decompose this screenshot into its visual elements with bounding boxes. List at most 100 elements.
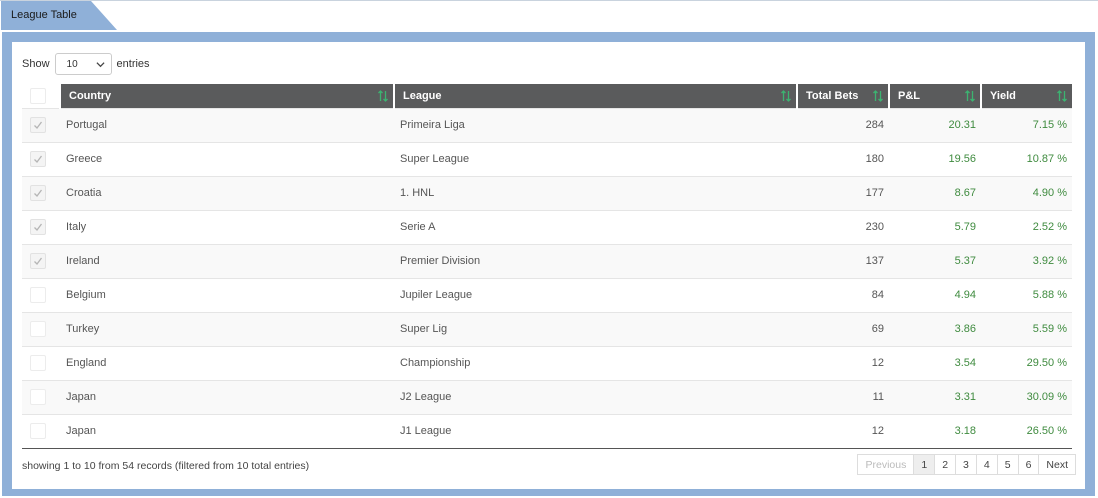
cell-league: Serie A bbox=[394, 209, 797, 244]
page-button-1[interactable]: 1 bbox=[913, 454, 936, 475]
cell-yield: 10.87 % bbox=[981, 141, 1072, 176]
cell-total-bets: 12 bbox=[797, 345, 889, 380]
row-checkbox[interactable] bbox=[30, 389, 46, 405]
check-icon bbox=[34, 189, 43, 197]
table-row[interactable]: Ireland Premier Division 137 5.37 3.92 % bbox=[22, 243, 1072, 278]
cell-yield: 7.15 % bbox=[981, 107, 1072, 142]
table-row[interactable]: Greece Super League 180 19.56 10.87 % bbox=[22, 141, 1072, 176]
table-row[interactable]: Italy Serie A 230 5.79 2.52 % bbox=[22, 209, 1072, 244]
row-select-cell bbox=[22, 107, 60, 142]
header-row: Country League Total Bets P&L Yield bbox=[22, 84, 1072, 108]
col-country[interactable]: Country bbox=[59, 84, 394, 108]
cell-pl: 4.94 bbox=[889, 277, 981, 312]
table-row[interactable]: Japan J2 League 11 3.31 30.09 % bbox=[22, 379, 1072, 414]
table-row[interactable]: Belgium Jupiler League 84 4.94 5.88 % bbox=[22, 277, 1072, 312]
sort-icon bbox=[378, 90, 388, 102]
cell-league: J1 League bbox=[394, 413, 797, 449]
cell-league: J2 League bbox=[394, 379, 797, 414]
cell-total-bets: 284 bbox=[797, 107, 889, 142]
row-select-cell bbox=[22, 379, 60, 414]
league-table: Country League Total Bets P&L Yield Port… bbox=[22, 84, 1072, 449]
entries-label: entries bbox=[116, 58, 150, 70]
cell-total-bets: 11 bbox=[797, 379, 889, 414]
table-info: showing 1 to 10 from 54 records (filtere… bbox=[22, 460, 310, 472]
cell-yield: 30.09 % bbox=[981, 379, 1072, 414]
page-button-3[interactable]: 3 bbox=[955, 454, 977, 475]
row-checkbox[interactable] bbox=[30, 423, 46, 439]
row-select-cell bbox=[22, 175, 60, 210]
table-row[interactable]: England Championship 12 3.54 29.50 % bbox=[22, 345, 1072, 380]
table-row[interactable]: Croatia 1. HNL 177 8.67 4.90 % bbox=[22, 175, 1072, 210]
page-button-2[interactable]: 2 bbox=[934, 454, 957, 475]
cell-total-bets: 137 bbox=[797, 243, 889, 278]
col-pl[interactable]: P&L bbox=[888, 84, 981, 108]
cell-pl: 3.31 bbox=[889, 379, 981, 414]
cell-pl: 3.86 bbox=[889, 311, 981, 346]
row-select-cell bbox=[22, 141, 60, 176]
page-button-5[interactable]: 5 bbox=[996, 454, 1019, 475]
cell-country: Croatia bbox=[60, 175, 394, 210]
check-icon bbox=[34, 121, 43, 129]
cell-total-bets: 230 bbox=[797, 209, 889, 244]
table-body: Portugal Primeira Liga 284 20.31 7.15 % Greec… bbox=[22, 107, 1072, 449]
col-yield-label: Yield bbox=[990, 89, 1016, 102]
table-row[interactable]: Portugal Primeira Liga 284 20.31 7.15 % bbox=[22, 107, 1072, 142]
page-button-6[interactable]: 6 bbox=[1017, 454, 1040, 475]
row-select-cell bbox=[22, 413, 60, 449]
cell-total-bets: 84 bbox=[797, 277, 889, 312]
cell-league: Championship bbox=[394, 345, 797, 380]
cell-total-bets: 12 bbox=[797, 413, 889, 449]
league-table-tab[interactable]: League Table bbox=[1, 1, 117, 30]
col-country-label: Country bbox=[69, 89, 112, 102]
table-row[interactable]: Turkey Super Lig 69 3.86 5.59 % bbox=[22, 311, 1072, 346]
length-menu: Show 10 entries bbox=[22, 53, 150, 75]
cell-league: Jupiler League bbox=[394, 277, 797, 312]
check-icon bbox=[34, 155, 43, 163]
cell-country: Japan bbox=[60, 413, 394, 449]
row-checkbox[interactable] bbox=[30, 117, 46, 133]
table-panel: Show 10 entries Country League Total Bet… bbox=[12, 42, 1085, 489]
next-button[interactable]: Next bbox=[1038, 454, 1076, 475]
row-checkbox[interactable] bbox=[30, 253, 46, 269]
col-total-bets[interactable]: Total Bets bbox=[796, 84, 889, 108]
cell-yield: 3.92 % bbox=[981, 243, 1072, 278]
row-checkbox[interactable] bbox=[30, 185, 46, 201]
col-league[interactable]: League bbox=[393, 84, 797, 108]
cell-yield: 5.88 % bbox=[981, 277, 1072, 312]
cell-total-bets: 180 bbox=[797, 141, 889, 176]
col-yield[interactable]: Yield bbox=[980, 84, 1072, 108]
cell-pl: 8.67 bbox=[889, 175, 981, 210]
cell-country: Ireland bbox=[60, 243, 394, 278]
cell-league: 1. HNL bbox=[394, 175, 797, 210]
cell-pl: 20.31 bbox=[889, 107, 981, 142]
cell-country: Greece bbox=[60, 141, 394, 176]
cell-pl: 3.18 bbox=[889, 413, 981, 449]
row-checkbox[interactable] bbox=[30, 219, 46, 235]
previous-button[interactable]: Previous bbox=[857, 454, 915, 475]
select-all-cell bbox=[22, 84, 60, 108]
entries-select[interactable]: 10 bbox=[54, 53, 112, 75]
row-checkbox[interactable] bbox=[30, 151, 46, 167]
cell-country: Turkey bbox=[60, 311, 394, 346]
row-select-cell bbox=[22, 311, 60, 346]
cell-country: Belgium bbox=[60, 277, 394, 312]
cell-total-bets: 177 bbox=[797, 175, 889, 210]
cell-pl: 5.79 bbox=[889, 209, 981, 244]
row-checkbox[interactable] bbox=[30, 321, 46, 337]
table-row[interactable]: Japan J1 League 12 3.18 26.50 % bbox=[22, 413, 1072, 449]
sort-icon bbox=[873, 90, 883, 102]
page-button-4[interactable]: 4 bbox=[975, 454, 998, 475]
select-all-checkbox[interactable] bbox=[30, 87, 46, 104]
row-checkbox[interactable] bbox=[30, 355, 46, 371]
cell-yield: 4.90 % bbox=[981, 175, 1072, 210]
show-label: Show bbox=[22, 58, 50, 70]
cell-league: Super League bbox=[394, 141, 797, 176]
cell-country: England bbox=[60, 345, 394, 380]
row-checkbox[interactable] bbox=[30, 287, 46, 303]
row-select-cell bbox=[22, 243, 60, 278]
cell-pl: 19.56 bbox=[889, 141, 981, 176]
cell-pl: 5.37 bbox=[889, 243, 981, 278]
row-select-cell bbox=[22, 277, 60, 312]
top-rule bbox=[0, 0, 1098, 30]
row-select-cell bbox=[22, 345, 60, 380]
